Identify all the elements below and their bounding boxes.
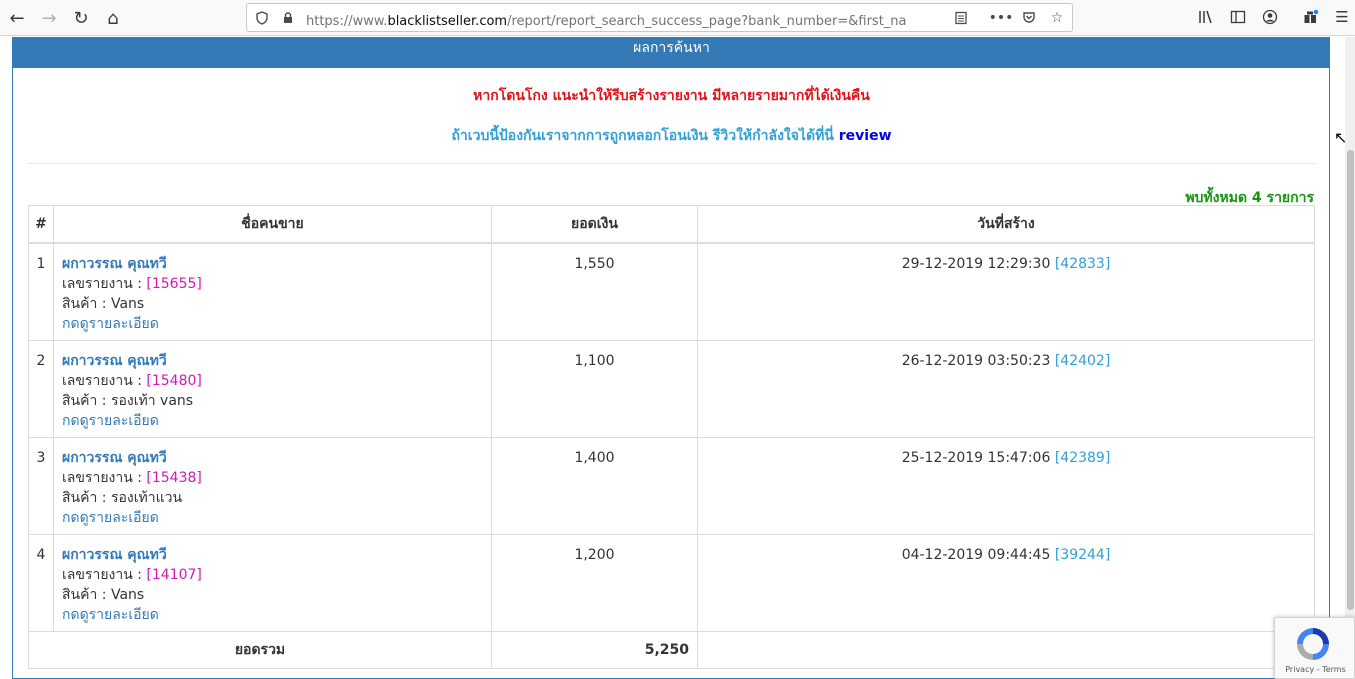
row-number: 3	[28, 436, 54, 535]
bookmark-star-icon[interactable]: ☆	[1048, 9, 1066, 27]
forward-icon[interactable]: →	[36, 5, 62, 31]
results-panel: ผลการค้นหา หากโดนโกง แนะนำให้รีบสร้างราย…	[12, 37, 1330, 679]
date-cell: 26-12-2019 03:50:23 [42402]	[697, 339, 1315, 438]
view-details-link[interactable]: กดดูรายละเอียด	[62, 508, 483, 528]
review-notice-text: ถ้าเวบนี้ป้องกันเราจากการถูกหลอกโอนเงิน …	[451, 128, 834, 144]
header-seller-name: ชื่อคนขาย	[53, 205, 492, 244]
seller-cell: ผกาวรรณ คุณทวี เลขรายงาน : [15480] สินค้…	[53, 339, 492, 438]
record-id-link[interactable]: [42833]	[1055, 256, 1110, 272]
sidebar-icon[interactable]	[1228, 7, 1248, 27]
recaptcha-logo-icon	[1297, 628, 1329, 660]
product-line: สินค้า : Vans	[62, 586, 145, 603]
total-value: 5,250	[491, 630, 698, 669]
row-number: 1	[28, 242, 54, 341]
seller-name-link[interactable]: ผกาวรรณ คุณทวี	[62, 448, 483, 468]
product-name: รองเท้า vans	[110, 392, 194, 409]
header-amount: ยอดเงิน	[491, 205, 698, 244]
reload-icon[interactable]: ↻	[68, 5, 94, 31]
results-table: # ชื่อคนขาย ยอดเงิน วันที่สร้าง 1 ผกาวรร…	[28, 205, 1315, 669]
review-link[interactable]: review	[839, 128, 892, 144]
seller-name-link[interactable]: ผกาวรรณ คุณทวี	[62, 254, 483, 274]
url-bar[interactable]: https://www.blacklistseller.com/report/r…	[246, 3, 1073, 32]
created-date: 29-12-2019 12:29:30	[901, 255, 1051, 272]
view-details-link[interactable]: กดดูรายละเอียด	[62, 411, 483, 431]
record-id-link[interactable]: [42402]	[1055, 353, 1110, 369]
account-icon[interactable]	[1260, 7, 1280, 27]
report-number-line: เลขรายงาน : [15438]	[62, 469, 202, 486]
seller-cell: ผกาวรรณ คุณทวี เลขรายงาน : [15655] สินค้…	[53, 242, 492, 341]
scrollbar-thumb[interactable]	[1347, 150, 1354, 610]
menu-icon[interactable]: ☰	[1332, 7, 1352, 27]
row-number: 2	[28, 339, 54, 438]
table-row: 4 ผกาวรรณ คุณทวี เลขรายงาน : [14107] สิน…	[28, 533, 1315, 632]
product-line: สินค้า : Vans	[62, 295, 145, 312]
total-label: ยอดรวม	[28, 630, 492, 669]
table-row: 3 ผกาวรรณ คุณทวี เลขรายงาน : [15438] สิน…	[28, 436, 1315, 535]
report-number-line: เลขรายงาน : [14107]	[62, 566, 202, 583]
pocket-icon[interactable]	[1020, 9, 1038, 27]
date-cell: 29-12-2019 12:29:30 [42833]	[697, 242, 1315, 341]
created-date: 04-12-2019 09:44:45	[901, 546, 1051, 563]
product-line: สินค้า : รองเท้าแวน	[62, 489, 183, 506]
browser-toolbar: ← → ↻ ⌂ https://www.blacklistseller.com/…	[0, 0, 1355, 36]
amount-cell: 1,400	[491, 436, 698, 535]
report-number-line: เลขรายงาน : [15480]	[62, 372, 202, 389]
amount-cell: 1,200	[491, 533, 698, 632]
seller-name-link[interactable]: ผกาวรรณ คุณทวี	[62, 351, 483, 371]
shield-icon[interactable]	[253, 9, 271, 27]
product-name: รองเท้าแวน	[110, 489, 183, 506]
seller-cell: ผกาวรรณ คุณทวี เลขรายงาน : [14107] สินค้…	[53, 533, 492, 632]
product-name: Vans	[110, 295, 145, 312]
review-notice: ถ้าเวบนี้ป้องกันเราจากการถูกหลอกโอนเงิน …	[13, 125, 1330, 147]
table-row: 2 ผกาวรรณ คุณทวี เลขรายงาน : [15480] สิน…	[28, 339, 1315, 438]
back-icon[interactable]: ←	[4, 5, 30, 31]
report-number-link[interactable]: [15480]	[146, 373, 201, 389]
reader-view-icon[interactable]	[952, 9, 970, 27]
created-date: 25-12-2019 15:47:06	[901, 449, 1051, 466]
mouse-cursor-icon: ↖	[1334, 128, 1348, 147]
product-name: Vans	[110, 586, 145, 603]
report-number-link[interactable]: [15438]	[146, 470, 201, 486]
header-created-date: วันที่สร้าง	[697, 205, 1315, 244]
seller-name-link[interactable]: ผกาวรรณ คุณทวี	[62, 545, 483, 565]
report-number-link[interactable]: [15655]	[146, 276, 201, 292]
library-icon[interactable]	[1196, 7, 1216, 27]
total-row: ยอดรวม 5,250	[28, 630, 1315, 669]
row-number: 4	[28, 533, 54, 632]
record-id-link[interactable]: [39244]	[1055, 547, 1110, 563]
panel-heading: ผลการค้นหา	[13, 37, 1330, 68]
total-empty-cell	[697, 630, 1315, 669]
recaptcha-terms[interactable]: Privacy - Terms	[1275, 665, 1355, 674]
amount-cell: 1,550	[491, 242, 698, 341]
url-text[interactable]: https://www.blacklistseller.com/report/r…	[306, 10, 906, 31]
view-details-link[interactable]: กดดูรายละเอียด	[62, 605, 483, 625]
recaptcha-badge[interactable]: Privacy - Terms	[1274, 617, 1355, 679]
home-icon[interactable]: ⌂	[100, 5, 126, 31]
table-header-row: # ชื่อคนขาย ยอดเงิน วันที่สร้าง	[28, 205, 1315, 244]
divider	[28, 163, 1315, 164]
amount-cell: 1,100	[491, 339, 698, 438]
date-cell: 25-12-2019 15:47:06 [42389]	[697, 436, 1315, 535]
view-details-link[interactable]: กดดูรายละเอียด	[62, 314, 483, 334]
report-number-link[interactable]: [14107]	[146, 567, 201, 583]
header-number: #	[28, 205, 54, 244]
refund-notice: หากโดนโกง แนะนำให้รีบสร้างรายงาน มีหลายร…	[473, 88, 870, 104]
more-actions-icon[interactable]: •••	[989, 9, 1014, 27]
record-id-link[interactable]: [42389]	[1055, 450, 1110, 466]
date-cell: 04-12-2019 09:44:45 [39244]	[697, 533, 1315, 632]
report-number-line: เลขรายงาน : [15655]	[62, 275, 202, 292]
product-line: สินค้า : รองเท้า vans	[62, 392, 194, 409]
lock-icon[interactable]	[279, 9, 297, 27]
seller-cell: ผกาวรรณ คุณทวี เลขรายงาน : [15438] สินค้…	[53, 436, 492, 535]
extensions-icon[interactable]	[1301, 7, 1321, 27]
table-row: 1 ผกาวรรณ คุณทวี เลขรายงาน : [15655] สิน…	[28, 242, 1315, 341]
created-date: 26-12-2019 03:50:23	[901, 352, 1051, 369]
